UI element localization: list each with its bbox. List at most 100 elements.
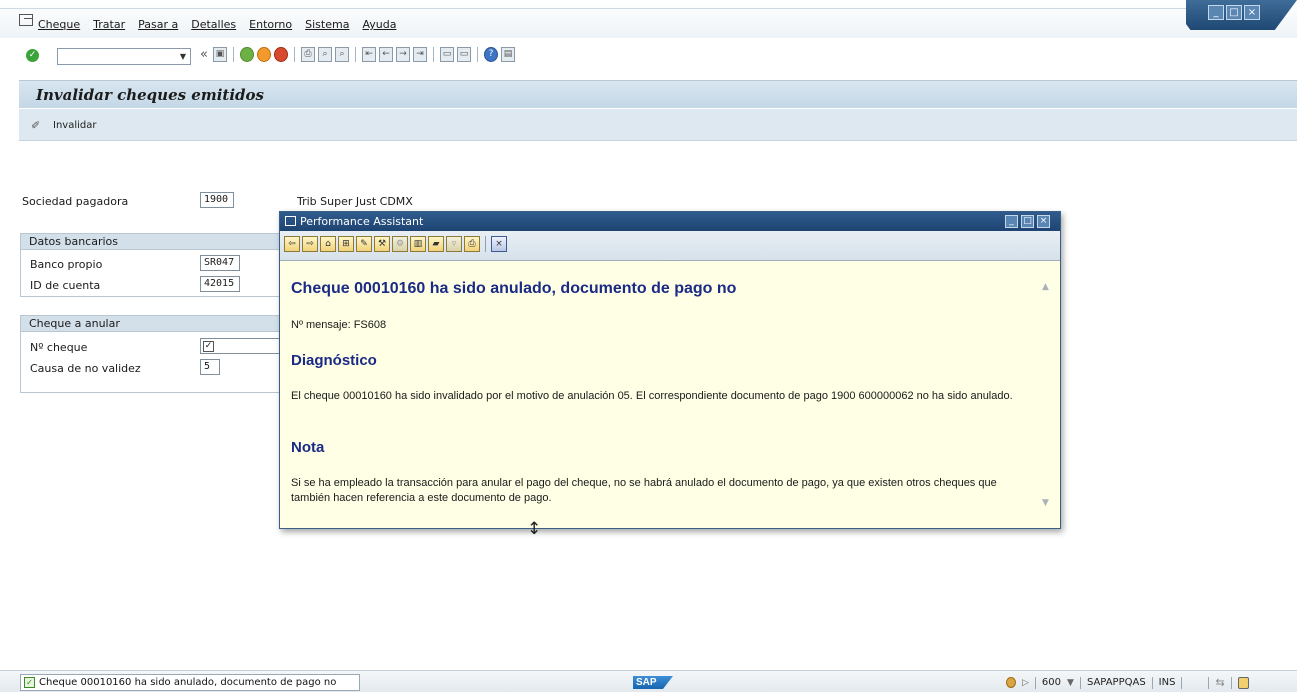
menu-divider — [0, 8, 1190, 9]
status-separator — [1034, 676, 1036, 689]
pa-heading: Cheque 00010160 ha sido anulado, documen… — [291, 280, 737, 297]
cheque-anular-group: Cheque a anular — [20, 315, 290, 393]
customize-layout-icon[interactable]: ▤ — [500, 47, 515, 62]
pa-glossary-icon[interactable]: ▥ — [410, 236, 426, 252]
lock-icon[interactable] — [1237, 676, 1249, 689]
pa-maximize-icon[interactable]: □ — [1021, 215, 1034, 228]
menu-command-icon[interactable] — [19, 14, 33, 26]
pa-diagnostico-title: Diagnóstico — [291, 352, 377, 369]
pa-scroll-up-icon[interactable]: ▲ — [1042, 282, 1054, 292]
status-mode[interactable]: INS — [1159, 677, 1176, 688]
causa-field[interactable]: 5 — [200, 359, 220, 375]
close-icon[interactable]: × — [1244, 5, 1260, 20]
invalidate-icon[interactable]: ✐ — [31, 119, 45, 132]
pa-title-bar[interactable]: Performance Assistant _ □ × — [280, 212, 1060, 231]
pa-shortcut-icon[interactable]: ▿ — [446, 236, 462, 252]
pa-scroll-down-icon[interactable]: ▼ — [1042, 498, 1054, 508]
numero-cheque-label: Nº cheque — [30, 341, 88, 354]
pa-close-doc-icon[interactable]: × — [491, 236, 507, 252]
pa-diagnostico-text: El cheque 00010160 ha sido invalidado po… — [291, 390, 1013, 402]
chevron-down-icon[interactable]: ▼ — [176, 48, 190, 65]
pa-content: Cheque 00010160 ha sido anulado, documen… — [280, 262, 1060, 528]
match-code-icon[interactable]: ✓ — [203, 341, 214, 352]
pa-edit-icon[interactable]: ✎ — [356, 236, 372, 252]
find-next-icon[interactable]: ⌕ — [334, 47, 349, 62]
chevron-down-icon[interactable]: ▼ — [1067, 678, 1074, 688]
maximize-icon[interactable]: □ — [1226, 5, 1242, 20]
exit-icon[interactable] — [256, 47, 271, 62]
pa-window-icon — [285, 216, 296, 226]
minimize-icon[interactable]: _ — [1208, 5, 1224, 20]
print-icon[interactable]: ⎙ — [300, 47, 315, 62]
pa-technical-info-icon[interactable]: ⚒ — [374, 236, 390, 252]
pa-structure-icon[interactable]: ⊞ — [338, 236, 354, 252]
status-message: Cheque 00010160 ha sido anulado, documen… — [39, 677, 337, 688]
pa-toolbar-separator — [485, 236, 486, 252]
first-page-icon[interactable]: ⇤ — [361, 47, 376, 62]
next-page-icon[interactable]: → — [395, 47, 410, 62]
previous-page-icon[interactable]: ← — [378, 47, 393, 62]
toolbar-collapse-icon[interactable]: « — [200, 47, 208, 62]
pa-home-icon[interactable]: ⌂ — [320, 236, 336, 252]
menu-item-entorno[interactable]: Entorno — [249, 18, 292, 31]
pa-message-number: Nº mensaje: FS608 — [291, 319, 387, 331]
pa-nota-title: Nota — [291, 439, 325, 456]
title-bar: Invalidar cheques emitidos — [19, 80, 1297, 108]
cheque-anular-title: Cheque a anular — [21, 316, 289, 332]
sociedad-description: Trib Super Just CDMX — [297, 195, 413, 208]
cancel-icon[interactable] — [273, 47, 288, 62]
pa-toolbar-icons: ⇦ ⇨ ⌂ ⊞ ✎ ⚒ ⚙ ▥ ▰ ▿ ⎙ × — [284, 236, 507, 252]
menu-item-tratar[interactable]: Tratar — [93, 18, 125, 31]
play-icon[interactable]: ▷ — [1022, 678, 1029, 688]
standard-toolbar — [0, 40, 1297, 70]
enter-icon[interactable]: ✓ — [26, 49, 39, 62]
status-message-box[interactable]: ✓ Cheque 00010160 ha sido anulado, docum… — [20, 674, 360, 691]
application-toolbar: ✐ Invalidar — [19, 109, 1297, 141]
status-separator — [1181, 676, 1183, 689]
menu-item-detalles[interactable]: Detalles — [191, 18, 236, 31]
status-client: 600 — [1041, 677, 1062, 688]
command-field[interactable] — [57, 48, 191, 65]
menu-items: Cheque Tratar Pasar a Detalles Entorno S… — [38, 18, 396, 31]
menu-item-cheque[interactable]: Cheque — [38, 18, 80, 31]
pa-nota-text: Si se ha empleado la transacción para an… — [291, 477, 997, 504]
pa-back-icon[interactable]: ⇦ — [284, 236, 300, 252]
pa-settings-icon[interactable]: ⚙ — [392, 236, 408, 252]
create-session-icon[interactable]: ▭ — [439, 47, 454, 62]
menu-item-ayuda[interactable]: Ayuda — [362, 18, 396, 31]
menu-bar: Cheque Tratar Pasar a Detalles Entorno S… — [0, 0, 1297, 38]
resize-cursor-icon: ↕ — [527, 519, 542, 539]
menu-item-pasar-a[interactable]: Pasar a — [138, 18, 178, 31]
id-cuenta-label: ID de cuenta — [30, 279, 101, 292]
status-separator — [1208, 676, 1210, 689]
status-bar: ✓ Cheque 00010160 ha sido anulado, docum… — [0, 670, 1297, 692]
id-cuenta-field[interactable]: 42015 — [200, 276, 240, 292]
sociedad-field[interactable]: 1900 — [200, 192, 234, 208]
page-title: Invalidar cheques emitidos — [36, 86, 264, 104]
performance-assistant-window: Performance Assistant _ □ × ⇦ ⇨ ⌂ ⊞ ✎ ⚒ … — [279, 211, 1061, 529]
pa-minimize-icon[interactable]: _ — [1005, 215, 1018, 228]
sap-logo: SAP — [633, 676, 673, 689]
toolbar-separator — [476, 47, 478, 62]
last-page-icon[interactable]: ⇥ — [412, 47, 427, 62]
shortcut-icon[interactable]: ▭ — [456, 47, 471, 62]
pa-close-icon[interactable]: × — [1037, 215, 1050, 228]
invalidate-button[interactable]: Invalidar — [53, 120, 96, 131]
save-icon[interactable]: ▣ — [212, 47, 227, 62]
toolbar-separator — [232, 47, 234, 62]
banco-propio-field[interactable]: SR047 — [200, 255, 240, 271]
toolbar-separator — [432, 47, 434, 62]
pa-title: Performance Assistant — [300, 215, 424, 228]
connection-icon[interactable]: ⇆ — [1215, 676, 1224, 689]
back-icon[interactable] — [239, 47, 254, 62]
find-icon[interactable]: ⌕ — [317, 47, 332, 62]
pa-info-icon[interactable]: ▰ — [428, 236, 444, 252]
key-icon — [1006, 677, 1016, 688]
pa-print-icon[interactable]: ⎙ — [464, 236, 480, 252]
status-separator — [1230, 676, 1232, 689]
datos-bancarios-title: Datos bancarios — [21, 234, 289, 250]
help-icon[interactable]: ? — [483, 47, 498, 62]
pa-forward-icon[interactable]: ⇨ — [302, 236, 318, 252]
menu-item-sistema[interactable]: Sistema — [305, 18, 349, 31]
toolbar-separator — [293, 47, 295, 62]
